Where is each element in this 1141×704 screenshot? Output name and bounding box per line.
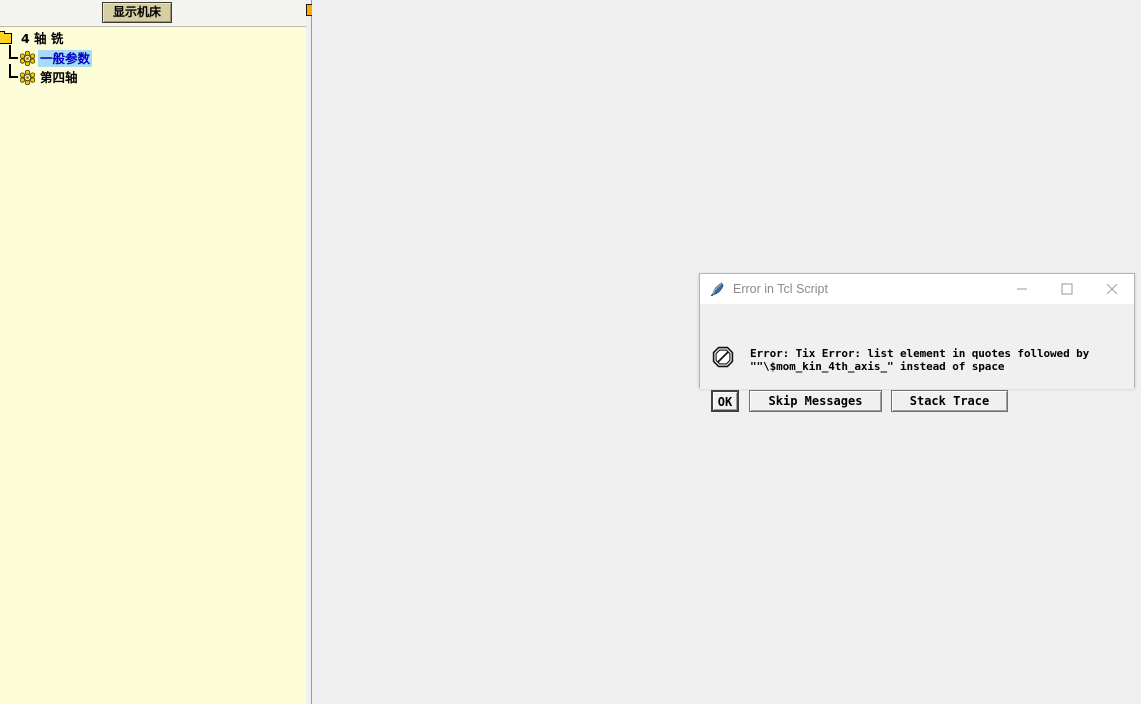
left-toolbar: 显示机床 <box>0 0 306 27</box>
skip-messages-button[interactable]: Skip Messages <box>749 390 882 412</box>
tree-item-fourth-axis[interactable]: 第四轴 <box>0 64 306 87</box>
dialog-body: Error: Tix Error: list element in quotes… <box>700 304 1134 412</box>
error-dialog: Error in Tcl Script Error: Tix Error: li… <box>699 273 1135 412</box>
error-message-text: Error: Tix Error: list element in quotes… <box>750 347 1090 373</box>
tree-item-label: 一般参数 <box>38 50 93 67</box>
tree-item-label: 第四轴 <box>40 70 78 85</box>
dialog-title: Error in Tcl Script <box>733 282 828 296</box>
tcl-feather-icon <box>709 281 725 297</box>
minimize-icon[interactable] <box>999 274 1044 304</box>
gear-icon <box>20 70 35 85</box>
close-icon[interactable] <box>1089 274 1134 304</box>
tree-branch-line <box>9 64 20 87</box>
left-panel: 显示机床 4 轴 铣 一般参数 第四轴 <box>0 0 306 704</box>
parameter-tree: 4 轴 铣 一般参数 第四轴 <box>0 28 306 704</box>
ok-button[interactable]: OK <box>711 390 739 412</box>
maximize-icon[interactable] <box>1044 274 1089 304</box>
error-forbidden-icon <box>711 345 735 369</box>
stack-trace-button[interactable]: Stack Trace <box>891 390 1008 412</box>
tree-root-label: 4 轴 铣 <box>21 31 64 46</box>
dialog-titlebar[interactable]: Error in Tcl Script <box>700 274 1134 304</box>
tree-root-node[interactable]: 4 轴 铣 <box>0 28 306 48</box>
folder-icon <box>0 31 12 44</box>
gear-icon <box>20 51 35 66</box>
show-machine-button[interactable]: 显示机床 <box>102 2 172 23</box>
dialog-button-bar: OK Skip Messages Stack Trace <box>700 390 1134 414</box>
tree-item-general-params[interactable]: 一般参数 <box>0 45 306 67</box>
